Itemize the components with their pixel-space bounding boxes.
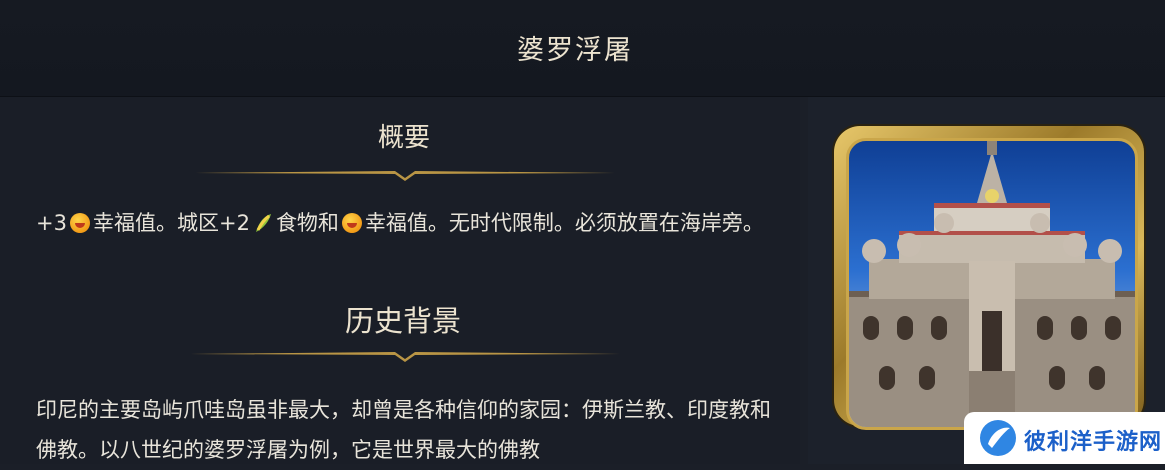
happiness-emoji-icon	[341, 213, 362, 233]
overview-divider	[195, 171, 615, 181]
food-corn-icon	[255, 214, 271, 232]
happiness-emoji-icon	[69, 213, 90, 233]
header-bar: 婆罗浮屠	[0, 0, 1165, 97]
overview-heading: 概要	[377, 123, 430, 153]
history-heading: 历史背景	[344, 304, 461, 338]
history-text: 印尼的主要岛屿爪哇岛虽非最大，却曾是各种信仰的家园：伊斯兰教、印度教和佛教。以八…	[36, 398, 771, 462]
borobudur-temple-portrait	[846, 138, 1138, 430]
portrait-frame	[834, 126, 1144, 430]
watermark-text: 彼利洋手游网	[1024, 430, 1163, 455]
watermark-logo-icon	[980, 420, 1016, 456]
history-divider	[190, 352, 620, 362]
site-watermark: 彼利洋手游网	[964, 412, 1165, 464]
page-title: 婆罗浮屠	[517, 35, 633, 66]
overview-text: +3 幸福值。城区+2 食物和 幸福值。无时代限制。必须放置在海岸旁。	[36, 211, 764, 235]
